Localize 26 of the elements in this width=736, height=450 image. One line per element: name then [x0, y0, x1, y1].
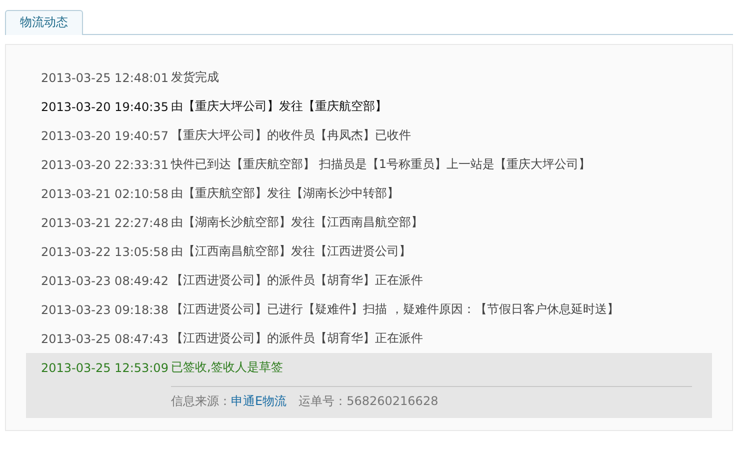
event-time: 2013-03-25 08:47:43: [41, 332, 170, 346]
event-text: 由【重庆航空部】发往【湖南长沙中转部】: [171, 185, 399, 202]
event-text: 【江西进贤公司】的派件员【胡育华】正在派件: [171, 272, 423, 289]
event-text: 已签收,签收人是草签: [171, 359, 283, 376]
event-text: 由【江西南昌航空部】发往【江西进贤公司】: [171, 243, 411, 260]
event-time: 2013-03-23 08:49:42: [41, 274, 170, 288]
event-time: 2013-03-21 02:10:58: [41, 186, 170, 200]
source-label: 信息来源：: [171, 394, 231, 408]
event-text: 发货完成: [171, 69, 219, 86]
event-text: 【江西进贤公司】的派件员【胡育华】正在派件: [171, 330, 423, 347]
event-time: 2013-03-21 22:27:48: [41, 216, 170, 230]
event-text: 【重庆大坪公司】的收件员【冉凤杰】已收件: [171, 127, 411, 144]
event-text: 快件已到达【重庆航空部】 扫描员是【1号称重员】上一站是【重庆大坪公司】: [171, 156, 590, 173]
event-text: 由【重庆大坪公司】发往【重庆航空部】: [171, 98, 387, 115]
event-time: 2013-03-25 12:48:01: [41, 70, 170, 84]
event-text: 由【湖南长沙航空部】发往【江西南昌航空部】: [171, 214, 423, 231]
source-link[interactable]: 申通E物流: [231, 394, 287, 408]
event-time: 2013-03-22 13:05:58: [41, 244, 170, 258]
event-time: 2013-03-20 19:40:35: [41, 100, 170, 114]
event-time: 2013-03-20 19:40:57: [41, 128, 170, 142]
event-time: 2013-03-20 22:33:31: [41, 158, 170, 172]
tab[interactable]: 物流动态: [5, 10, 83, 35]
event-time: 2013-03-23 09:18:38: [41, 302, 170, 316]
event-time: 2013-03-25 12:53:09: [41, 360, 170, 374]
event-text: 【江西进贤公司】已进行【疑难件】扫描 ，疑难件原因：【节假日客户休息延时送】: [171, 301, 619, 318]
waybill-number: 运单号：568260216628: [298, 394, 438, 408]
